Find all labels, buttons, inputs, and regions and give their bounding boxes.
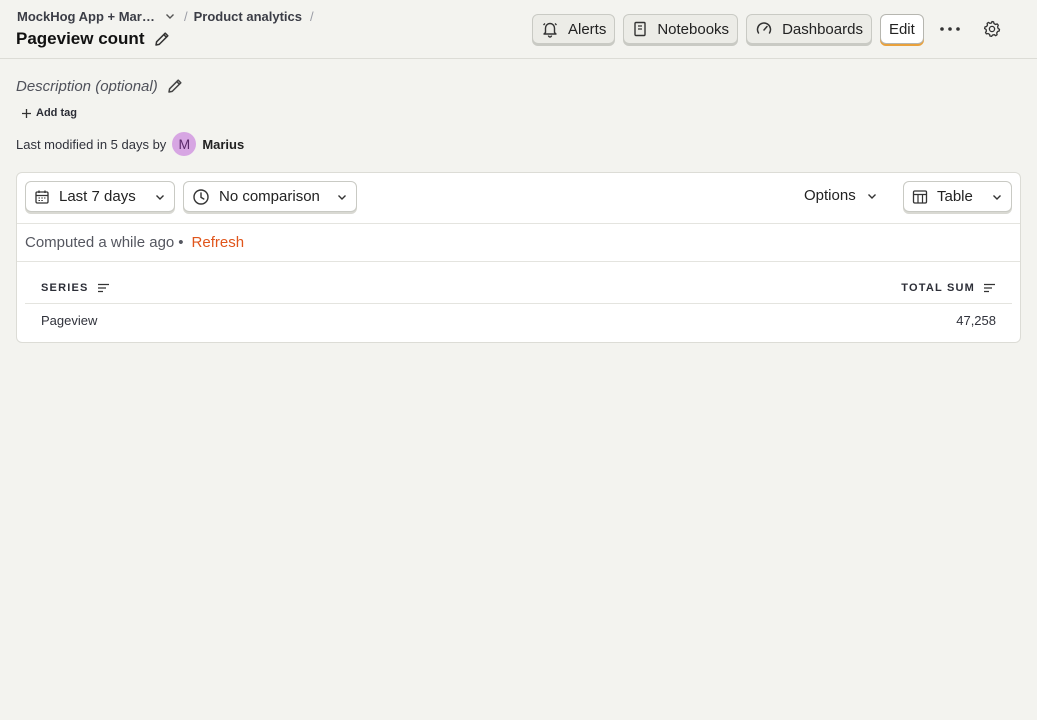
chevron-down-icon [991,191,1003,203]
chevron-down-icon [336,191,348,203]
more-icon[interactable] [936,15,964,43]
breadcrumb-project[interactable]: MockHog App + Marketing [17,9,176,24]
table-header: Series Total sum [25,273,1012,304]
clock-icon [192,188,210,206]
author-name[interactable]: Marius [202,137,244,152]
chevron-down-icon [164,10,176,22]
breadcrumb: MockHog App + Marketing / Product analyt… [17,8,314,24]
options-dropdown[interactable]: Options [804,187,878,204]
insight-toolbar: Last 7 days No comparison Options Table [17,173,1020,224]
notebooks-button[interactable]: Notebooks [623,14,739,44]
plus-icon [22,108,31,118]
pencil-icon[interactable] [153,30,171,48]
bell-icon [543,22,557,38]
page-title: Pageview count [16,29,145,48]
column-header-total-sum[interactable]: Total sum [901,282,996,294]
total-cell: 47,258 [956,312,996,328]
add-tag-button[interactable]: Add tag [17,104,81,122]
comparison-select[interactable]: No comparison [183,181,357,212]
table-row: Pageview 47,258 [25,304,1012,336]
refresh-link[interactable]: Refresh [192,234,245,251]
calendar-icon [34,189,50,205]
sort-icon [97,283,109,293]
alerts-button[interactable]: Alerts [532,14,616,44]
description-field[interactable]: Description (optional) [16,78,158,95]
display-type-select[interactable]: Table [903,181,1012,212]
results-table: Series Total sum Pageview 47,258 [25,273,1012,336]
chevron-down-icon [867,193,876,199]
breadcrumb-section[interactable]: Product analytics [194,9,302,24]
dashboards-button[interactable]: Dashboards [746,14,872,44]
pencil-icon[interactable] [166,77,184,95]
chevron-down-icon [154,191,166,203]
table-icon [912,189,928,205]
date-range-select[interactable]: Last 7 days [25,181,175,212]
edit-button[interactable]: Edit [879,14,924,44]
gear-icon[interactable] [978,15,1006,43]
top-bar: MockHog App + Marketing / Product analyt… [0,0,1037,59]
avatar[interactable]: M [172,132,197,156]
insight-card: Last 7 days No comparison Options Table [16,172,1021,343]
gauge-icon [756,22,772,34]
computed-status: Computed a while ago • Refresh [17,223,1020,262]
column-header-series[interactable]: Series [41,282,110,294]
sort-icon [984,283,995,293]
series-cell: Pageview [41,312,98,328]
notebook-icon [634,21,647,37]
last-modified: Last modified in 5 days by M Marius [16,132,244,156]
